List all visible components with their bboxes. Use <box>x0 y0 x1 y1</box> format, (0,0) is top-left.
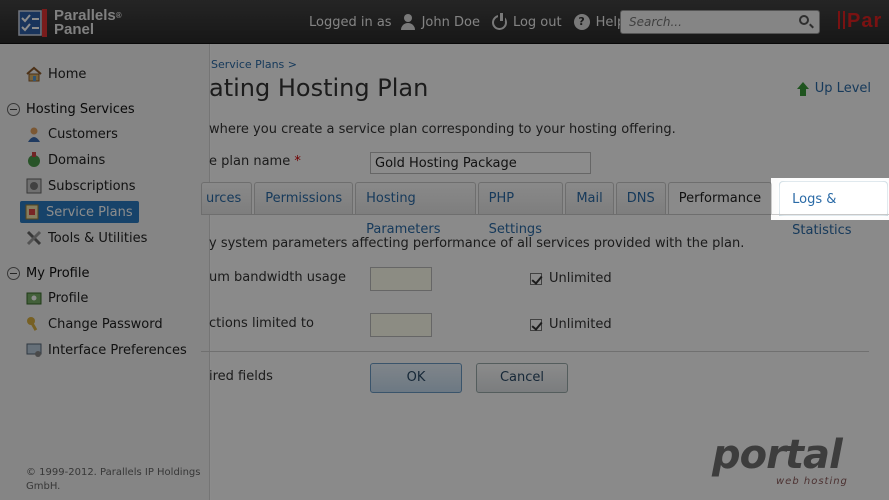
sidebar-item-label: Service Plans <box>46 204 133 220</box>
breadcrumb[interactable]: Service Plans > <box>211 58 297 71</box>
help-icon: ? <box>573 14 590 30</box>
tools-icon <box>26 230 42 246</box>
bandwidth-unlimited-checkbox[interactable]: Unlimited <box>530 271 612 286</box>
tab-bar: urces Permissions Hosting Parameters PHP… <box>201 182 889 238</box>
tab-logs-statistics[interactable]: Logs & Statistics <box>780 182 887 238</box>
search-box <box>620 10 820 34</box>
cancel-button[interactable]: Cancel <box>476 363 568 393</box>
checkbox-icon <box>530 318 542 331</box>
sidebar-item-label: Customers <box>48 126 118 142</box>
group-my-profile[interactable]: My Profile <box>7 266 89 281</box>
plan-name-label: e plan name * <box>209 154 301 169</box>
sidebar-item-service-plans[interactable]: Service Plans <box>20 201 139 223</box>
tab-mail[interactable]: Mail <box>565 182 614 215</box>
customers-icon <box>26 126 42 142</box>
collapse-icon <box>7 267 20 280</box>
sidebar: Home Hosting Services Customers Domains … <box>0 44 210 500</box>
sidebar-item-label: Home <box>48 66 87 82</box>
logged-in-label: Logged in as <box>309 14 392 30</box>
power-icon <box>491 12 507 30</box>
home-icon <box>26 66 42 82</box>
tab-dns[interactable]: DNS <box>615 182 666 215</box>
service-plans-icon <box>24 204 40 220</box>
performance-description: y system parameters affecting performanc… <box>209 236 745 251</box>
sidebar-item-customers[interactable]: Customers <box>26 124 118 144</box>
copyright-text: © 1999-2012. Parallels IP Holdings GmbH. <box>26 467 201 492</box>
sidebar-item-tools[interactable]: Tools & Utilities <box>26 228 147 248</box>
search-input[interactable] <box>621 11 781 33</box>
tab-performance[interactable]: Performance <box>667 182 773 215</box>
ok-button[interactable]: OK <box>370 363 462 393</box>
sidebar-item-label: Subscriptions <box>48 178 136 194</box>
interface-preferences-icon <box>26 342 42 358</box>
required-mark: * <box>294 154 301 169</box>
parallels-bars-icon <box>838 11 845 29</box>
intro-text: where you create a service plan correspo… <box>209 122 676 137</box>
connections-unlimited-checkbox[interactable]: Unlimited <box>530 317 612 332</box>
up-level-link[interactable]: Up Level <box>796 81 871 96</box>
connections-label: ctions limited to <box>209 316 314 331</box>
tab-resources[interactable]: urces <box>201 182 253 215</box>
bandwidth-input[interactable] <box>370 267 432 291</box>
parallels-panel-logo[interactable]: Parallels® Panel <box>18 8 122 38</box>
sidebar-item-change-password[interactable]: Change Password <box>26 314 163 334</box>
user-name-link[interactable]: John Doe <box>422 15 480 30</box>
key-icon <box>26 316 42 332</box>
sidebar-item-label: Interface Preferences <box>48 342 187 358</box>
tab-php-settings[interactable]: PHP Settings <box>477 182 564 237</box>
search-icon[interactable] <box>799 15 809 25</box>
tab-hosting-parameters[interactable]: Hosting Parameters <box>355 182 476 237</box>
logo-registered-mark: ® <box>115 11 122 20</box>
sidebar-item-label: Profile <box>48 290 89 306</box>
watermark-subtext: web hosting <box>776 476 848 487</box>
group-label: My Profile <box>26 266 90 281</box>
group-hosting-services[interactable]: Hosting Services <box>7 102 135 117</box>
portal-watermark: portal web hosting <box>712 432 872 492</box>
profile-icon <box>26 290 42 306</box>
sidebar-item-label: Domains <box>48 152 106 168</box>
collapse-icon <box>7 103 20 116</box>
sidebar-item-home[interactable]: Home <box>26 64 86 84</box>
sidebar-item-label: Tools & Utilities <box>48 230 148 246</box>
subscriptions-icon <box>26 178 42 194</box>
header-links: Logged in as John Doe Log out ? Help <box>309 12 625 30</box>
plan-name-input[interactable] <box>370 152 591 174</box>
up-arrow-icon <box>796 81 809 96</box>
sidebar-item-interface-preferences[interactable]: Interface Preferences <box>26 340 187 360</box>
group-label: Hosting Services <box>26 102 135 117</box>
sidebar-item-subscriptions[interactable]: Subscriptions <box>26 176 136 196</box>
tab-permissions[interactable]: Permissions <box>254 182 354 215</box>
bandwidth-label: um bandwidth usage <box>209 270 346 285</box>
checkbox-icon <box>530 272 542 285</box>
sidebar-item-domains[interactable]: Domains <box>26 150 105 170</box>
logout-link[interactable]: Log out <box>513 15 562 30</box>
top-header: Parallels® Panel Logged in as John Doe L… <box>0 0 889 44</box>
checklist-logo-icon <box>18 9 48 37</box>
parallels-brand-mark: Par <box>838 10 882 33</box>
sidebar-item-label: Change Password <box>48 316 163 332</box>
connections-input[interactable] <box>370 313 432 337</box>
tab-divider <box>201 214 889 215</box>
page-title: ating Hosting Plan <box>209 74 429 102</box>
user-icon <box>400 14 416 30</box>
form-separator <box>201 351 869 352</box>
sidebar-item-profile[interactable]: Profile <box>26 288 88 308</box>
watermark-text: portal <box>712 432 843 478</box>
required-fields-note: ired fields <box>209 369 273 384</box>
domains-icon <box>26 152 42 168</box>
logo-line2: Panel <box>54 21 95 38</box>
